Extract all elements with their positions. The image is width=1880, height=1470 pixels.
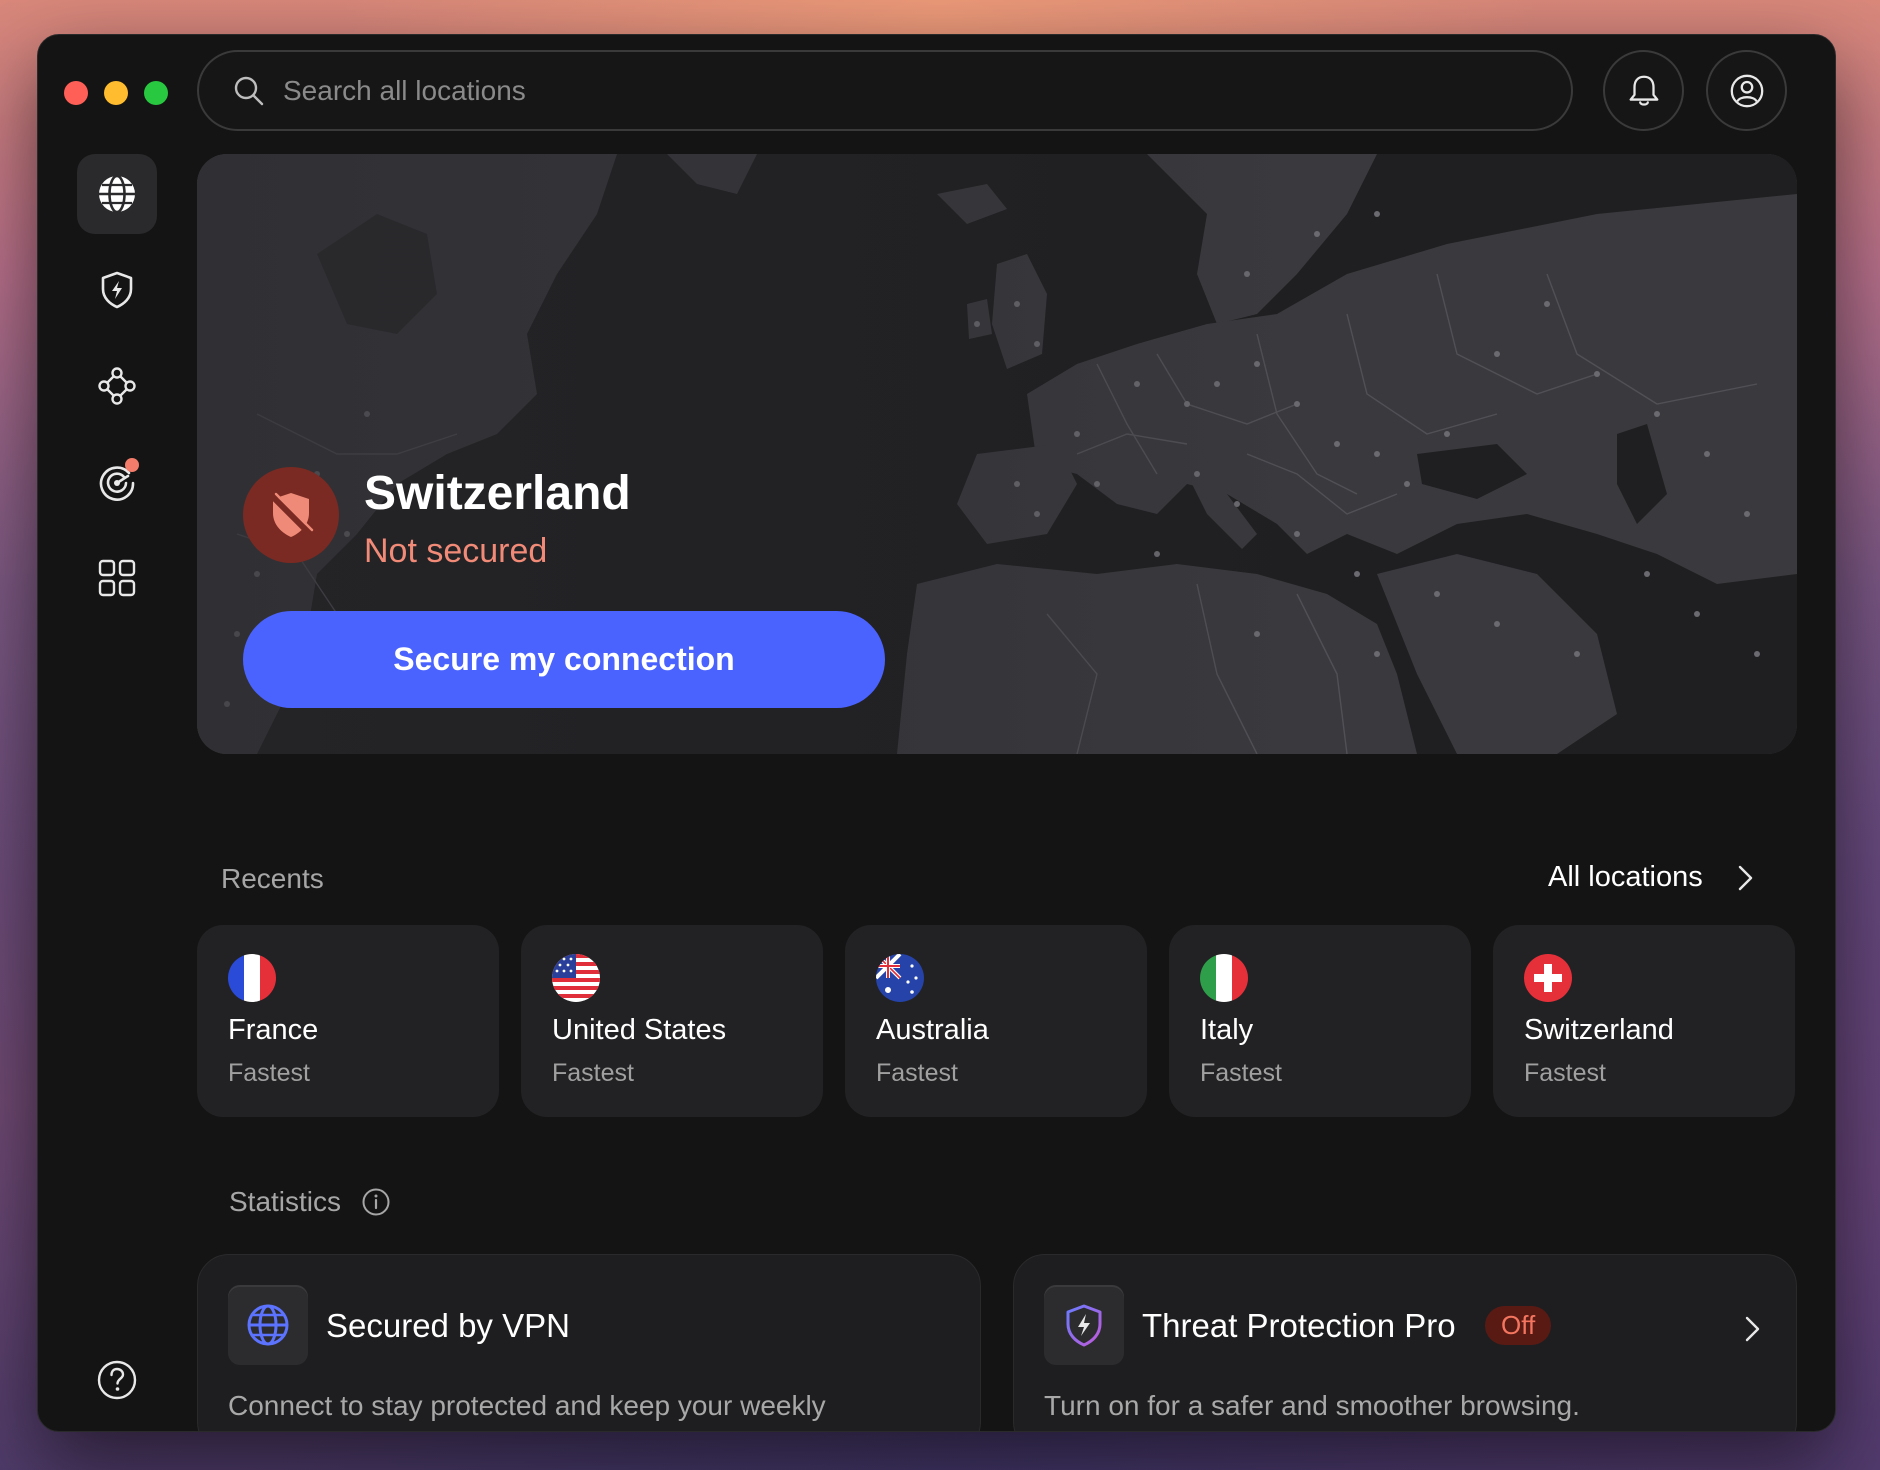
- notifications-button[interactable]: [1603, 50, 1684, 131]
- threat-protection-card[interactable]: Threat Protection Pro Off Turn on for a …: [1013, 1254, 1797, 1431]
- map-hero[interactable]: Switzerland Not secured Secure my connec…: [197, 154, 1797, 754]
- location-server: Fastest: [1524, 1059, 1606, 1087]
- all-locations-link[interactable]: All locations: [1548, 861, 1759, 894]
- location-name: United States: [552, 1014, 727, 1046]
- recents-heading: Recents: [221, 863, 324, 894]
- threat-stat-description: Turn on for a safer and smoother browsin…: [1044, 1390, 1580, 1421]
- secure-connection-button[interactable]: Secure my connection: [243, 611, 885, 708]
- info-icon[interactable]: [361, 1187, 391, 1217]
- search-icon: [234, 76, 264, 105]
- window-controls: [64, 81, 168, 105]
- location-server: Fastest: [552, 1059, 634, 1087]
- recent-location-card[interactable]: Australia Fastest: [845, 925, 1147, 1117]
- connection-status-indicator: [243, 467, 339, 563]
- vpn-stat-title: Secured by VPN: [326, 1307, 570, 1344]
- help-button[interactable]: [77, 1340, 157, 1420]
- shield-bolt-icon: [1066, 1304, 1102, 1347]
- globe-icon: [99, 174, 135, 214]
- help-icon: [97, 1360, 137, 1400]
- sidebar-item-threat-protection[interactable]: [77, 250, 157, 330]
- close-window-button[interactable]: [64, 81, 88, 105]
- chevron-right-icon[interactable]: [1738, 1315, 1766, 1343]
- selected-country: Switzerland: [364, 467, 631, 520]
- recent-location-card[interactable]: Italy Fastest: [1169, 925, 1471, 1117]
- threat-stat-title: Threat Protection Pro: [1142, 1307, 1456, 1344]
- location-name: Italy: [1200, 1014, 1254, 1046]
- location-server: Fastest: [228, 1059, 310, 1087]
- location-name: Australia: [876, 1014, 989, 1046]
- recent-location-card[interactable]: France Fastest: [197, 925, 499, 1117]
- recent-location-card[interactable]: United States Fastest: [521, 925, 823, 1117]
- all-locations-label: All locations: [1548, 861, 1703, 893]
- italy-flag-icon: [1200, 954, 1248, 1002]
- statistics-label: Statistics: [229, 1186, 342, 1217]
- vpn-stat-icon-tile: [228, 1285, 308, 1365]
- globe-icon: [247, 1304, 289, 1346]
- statistics-heading: Statistics: [229, 1186, 391, 1218]
- sidebar-item-locations[interactable]: [77, 154, 157, 234]
- connection-status: Not secured: [364, 532, 548, 570]
- location-server: Fastest: [1200, 1059, 1282, 1087]
- threat-stat-icon-tile: [1044, 1285, 1124, 1365]
- australia-flag-icon: [876, 954, 924, 1002]
- vpn-stat-description: Connect to stay protected and keep your …: [228, 1390, 826, 1421]
- france-flag-icon: [228, 954, 276, 1002]
- search-input[interactable]: [283, 74, 1483, 107]
- bell-icon: [1629, 75, 1658, 106]
- chevron-right-icon: [1738, 865, 1752, 890]
- switzerland-flag-icon: [1524, 954, 1572, 1002]
- alert-badge: [125, 458, 139, 472]
- vpn-stats-card[interactable]: Secured by VPN Connect to stay protected…: [197, 1254, 981, 1431]
- user-account-icon: [1730, 74, 1763, 107]
- zoom-window-button[interactable]: [144, 81, 168, 105]
- location-name: Switzerland: [1524, 1014, 1674, 1046]
- shield-bolt-icon: [101, 271, 133, 309]
- location-name: France: [228, 1014, 319, 1046]
- location-server: Fastest: [876, 1059, 958, 1087]
- sidebar-item-apps[interactable]: [77, 538, 157, 618]
- account-button[interactable]: [1706, 50, 1787, 131]
- status-badge: Off: [1485, 1306, 1552, 1345]
- sidebar-item-meshnet[interactable]: [77, 346, 157, 426]
- recent-location-card[interactable]: Switzerland Fastest: [1493, 925, 1795, 1117]
- shield-off-icon: [270, 492, 314, 537]
- app-window: Switzerland Not secured Secure my connec…: [37, 34, 1836, 1432]
- minimize-window-button[interactable]: [104, 81, 128, 105]
- us-flag-icon: [552, 954, 600, 1002]
- apps-grid-icon: [98, 559, 136, 597]
- sidebar-item-dark-web-monitor[interactable]: [77, 442, 157, 522]
- search-bar[interactable]: [197, 50, 1573, 131]
- mesh-network-icon: [98, 367, 136, 405]
